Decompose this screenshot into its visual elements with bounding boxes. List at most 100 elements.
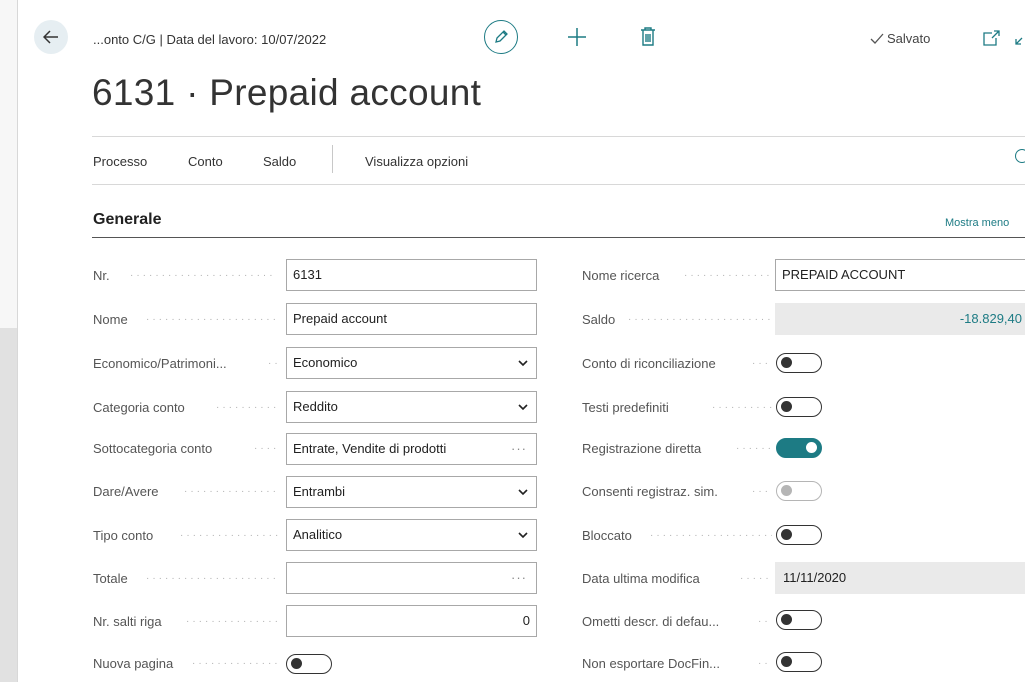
left-divider xyxy=(17,0,18,682)
field-label-registrazione: Registrazione diretta xyxy=(582,441,702,456)
edit-pencil-icon xyxy=(495,30,508,43)
leader-dots: ··········· xyxy=(216,402,280,413)
leader-dots: ······················· xyxy=(130,270,276,281)
leader-dots: ················ xyxy=(186,616,280,627)
leader-dots: ················· xyxy=(180,530,280,541)
economico-select[interactable]: Economico xyxy=(286,347,537,379)
field-label-ometti: Ometti descr. di defau... xyxy=(582,614,720,629)
leader-dots: ·········· xyxy=(712,402,772,413)
tipo-conto-value: Analitico xyxy=(293,527,343,542)
leader-dots: ····················· xyxy=(650,530,772,541)
nome-input[interactable]: Prepaid account xyxy=(286,303,537,335)
leader-dots: ····· xyxy=(740,573,770,584)
data-modifica-value: 11/11/2020 xyxy=(775,562,1025,594)
leader-dots: ·· xyxy=(758,658,771,669)
field-label-testi: Testi predefiniti xyxy=(582,400,669,415)
trash-icon[interactable] xyxy=(639,26,657,48)
action-saldo[interactable]: Saldo xyxy=(263,154,296,169)
saldo-value[interactable]: -18.829,40 xyxy=(775,303,1025,335)
field-label-totale: Totale xyxy=(93,571,128,586)
toggle-knob xyxy=(291,658,302,669)
action-bar-separator xyxy=(332,145,333,173)
tipo-conto-select[interactable]: Analitico xyxy=(286,519,537,551)
nr-input[interactable]: 6131 xyxy=(286,259,537,291)
field-label-data-modifica: Data ultima modifica xyxy=(582,571,700,586)
chevron-down-icon xyxy=(518,404,528,411)
economico-value: Economico xyxy=(293,355,358,370)
consenti-toggle xyxy=(776,481,822,501)
back-button[interactable] xyxy=(34,20,68,54)
toggle-knob xyxy=(781,529,792,540)
totale-input[interactable]: ··· xyxy=(286,562,537,594)
field-label-nome: Nome xyxy=(93,312,128,327)
field-label-sottocategoria: Sottocategoria conto xyxy=(93,441,213,456)
plus-icon[interactable] xyxy=(566,26,588,48)
toggle-knob xyxy=(781,357,792,368)
leader-dots: ·············· xyxy=(684,270,770,281)
nuova-pagina-toggle[interactable] xyxy=(286,654,332,674)
bloccato-toggle[interactable] xyxy=(776,525,822,545)
field-label-salti-riga: Nr. salti riga xyxy=(93,614,162,629)
action-bar-bottom-divider xyxy=(92,184,1025,185)
open-new-window-icon[interactable] xyxy=(982,30,1000,46)
saved-status-label: Salvato xyxy=(887,31,931,46)
testi-toggle[interactable] xyxy=(776,397,822,417)
toggle-knob xyxy=(781,485,792,496)
field-label-economico: Economico/Patrimoni... xyxy=(93,356,227,371)
collapse-icon[interactable] xyxy=(1014,30,1025,46)
action-visualizza-opzioni[interactable]: Visualizza opzioni xyxy=(365,154,468,169)
leader-dots: ························· xyxy=(628,314,770,325)
leader-dots: ··· xyxy=(752,486,771,497)
chevron-down-icon xyxy=(518,489,528,496)
dare-avere-value: Entrambi xyxy=(293,484,346,499)
leader-dots: ···· xyxy=(254,443,280,454)
action-conto[interactable]: Conto xyxy=(188,154,223,169)
field-label-consenti: Consenti registraz. sim. xyxy=(582,484,718,499)
field-label-non-esportare: Non esportare DocFin... xyxy=(582,656,721,671)
field-label-saldo: Saldo xyxy=(582,312,616,327)
field-label-nr: Nr. xyxy=(93,268,110,283)
saved-status: Salvato xyxy=(870,31,930,46)
leader-dots: ·· xyxy=(758,616,771,627)
leader-dots: ······················· xyxy=(146,314,280,325)
section-title: Generale xyxy=(93,211,162,228)
action-processo[interactable]: Processo xyxy=(93,154,147,169)
chevron-down-icon xyxy=(518,360,528,367)
field-label-bloccato: Bloccato xyxy=(582,528,632,543)
ellipsis-icon[interactable]: ··· xyxy=(511,434,527,464)
action-bar-top-divider xyxy=(92,136,1025,137)
edit-button[interactable] xyxy=(484,20,518,54)
leader-dots: ··· xyxy=(752,358,771,369)
dare-avere-select[interactable]: Entrambi xyxy=(286,476,537,508)
sottocategoria-input[interactable]: Entrate, Vendite di prodotti ··· xyxy=(286,433,537,465)
categoria-value: Reddito xyxy=(293,399,338,414)
toggle-knob xyxy=(781,614,792,625)
page-title: 6131 · Prepaid account xyxy=(92,72,482,113)
field-label-dare-avere: Dare/Avere xyxy=(93,484,159,499)
leader-dots: ······ xyxy=(736,443,772,454)
riconciliazione-toggle[interactable] xyxy=(776,353,822,373)
leader-dots: ······················· xyxy=(146,573,280,584)
categoria-select[interactable]: Reddito xyxy=(286,391,537,423)
leader-dots: ·············· xyxy=(192,658,280,669)
section-divider xyxy=(92,237,1025,238)
search-icon[interactable] xyxy=(1015,149,1025,163)
chevron-down-icon xyxy=(518,532,528,539)
toggle-knob xyxy=(781,401,792,412)
leader-dots: ················ xyxy=(184,486,280,497)
field-label-nuova-pagina: Nuova pagina xyxy=(93,656,174,671)
field-label-tipo-conto: Tipo conto xyxy=(93,528,154,543)
non-esportare-toggle[interactable] xyxy=(776,652,822,672)
ellipsis-icon[interactable]: ··· xyxy=(511,563,527,593)
left-background-strip xyxy=(0,0,17,682)
back-arrow-icon xyxy=(43,30,58,44)
ometti-toggle[interactable] xyxy=(776,610,822,630)
registrazione-toggle[interactable] xyxy=(776,438,822,458)
toggle-knob xyxy=(806,442,817,453)
sottocategoria-value: Entrate, Vendite di prodotti xyxy=(293,441,447,456)
leader-dots: ·· xyxy=(268,358,280,369)
salti-riga-input[interactable]: 0 xyxy=(286,605,537,637)
breadcrumb: ...onto C/G | Data del lavoro: 10/07/202… xyxy=(93,32,327,47)
show-less-link[interactable]: Mostra meno xyxy=(945,217,1009,229)
nome-ricerca-input[interactable]: PREPAID ACCOUNT xyxy=(775,259,1025,291)
